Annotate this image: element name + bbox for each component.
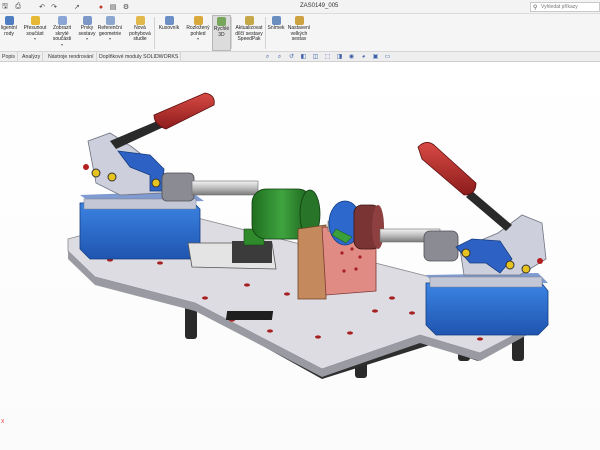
left-shaft [191,180,259,196]
zoom-to-fit-icon[interactable]: ⌕ [264,54,271,61]
select-arrow-icon[interactable]: ➚ [72,2,82,12]
left-toggle-clamp [79,92,215,260]
right-gray-cylinder [423,230,459,262]
large-assembly-settings-button[interactable]: Nastavení velkých sestav [288,15,310,51]
right-lever [466,191,512,231]
key-block [225,311,274,320]
title-bar: 🖫 ⎙ ↶ ↷ ➚ ● ▤ ⚙ ZAS0149_005 ⚲ Vyhledat příkazy [0,0,600,14]
left-red-handle [153,92,215,130]
ribbon-separator [265,17,266,49]
display-style-icon[interactable]: ◨ [336,54,343,61]
right-plate-strip [429,276,543,288]
dynamic-annotation-icon[interactable]: ◫ [312,54,319,61]
view-orientation-icon[interactable]: ⬚ [324,54,331,61]
assembly-model [67,92,549,379]
new-motion-study-label: Nová pohybová studie [129,25,151,43]
previous-view-icon[interactable]: ↺ [288,54,295,61]
reference-geometry-icon [105,16,115,25]
new-motion-study-button[interactable]: Nová pohybová studie [127,15,153,51]
bill-of-materials-button[interactable]: Kusovník [157,15,181,51]
coordinate-triad-x-label: X [1,419,5,425]
tab-addins[interactable]: Doplňkové moduly SOLIDWORKS [97,52,182,62]
chevron-down-icon[interactable]: ▾ [34,37,36,41]
ribbon-separator [154,17,155,49]
update-speedpak-label: Aktualizovat dílčí sestavy SpeedPak [235,25,263,43]
chevron-down-icon[interactable]: ▾ [86,37,88,41]
instant-3d-label: Rychlé 3D [213,26,230,38]
assembly-features-icon [82,16,92,25]
options-gear-icon[interactable]: ⚙ [121,2,131,12]
snapshot-icon [271,16,281,25]
redo-icon[interactable]: ↷ [49,2,59,12]
assembly-features-button[interactable]: Prvky sestavy ▾ [78,15,96,51]
chevron-down-icon[interactable]: ▾ [197,37,199,41]
smart-fasteners-icon [4,16,14,25]
bill-of-materials-label: Kusovník [158,25,180,31]
tab-render-tools[interactable]: Nástroje rendrování [46,52,97,62]
graphics-area[interactable]: X [0,63,600,450]
tab-sketch[interactable]: Popis [0,52,18,62]
update-speedpak-icon [244,16,254,25]
bill-of-materials-icon [164,16,174,25]
search-icon: ⚲ [533,5,538,11]
command-manager-ribbon: ligentní rody Přesunout součást ▾ Zobrazit … [0,14,600,52]
section-view-icon[interactable]: ◧ [300,54,307,61]
print-icon[interactable]: ⎙ [13,2,23,12]
chevron-down-icon[interactable]: ▾ [109,37,111,41]
update-speedpak-button[interactable]: Aktualizovat dílčí sestavy SpeedPak [234,15,264,51]
snapshot-button[interactable]: Snímek [268,15,284,51]
wood-support-block [297,224,327,300]
move-component-icon [30,16,40,25]
view-settings-icon[interactable]: ▭ [384,54,391,61]
instant-3d-icon [217,17,226,26]
left-gray-cylinder [161,172,195,202]
chevron-down-icon[interactable]: ▾ [61,42,63,47]
move-component-button[interactable]: Přesunout součást ▾ [22,15,48,51]
search-commands-input[interactable]: ⚲ Vyhledat příkazy [530,2,600,12]
exploded-view-button[interactable]: Rozložený pohled ▾ [185,15,211,51]
right-blue-base [425,280,549,336]
reference-geometry-button[interactable]: Referenční geometrie ▾ [97,15,123,51]
search-placeholder: Vyhledat příkazy [541,4,578,10]
edit-appearance-icon[interactable]: ◕ [360,54,367,61]
document-title: ZAS0149_005 [300,3,339,9]
ribbon-separator [231,17,232,49]
snapshot-label: Snímek [267,25,285,31]
save-icon[interactable]: 🖫 [0,2,10,12]
show-hidden-button[interactable]: Zobrazit skryté součásti ▾ [51,15,73,51]
new-motion-study-icon [135,16,145,25]
instant-3d-button[interactable]: Rychlé 3D [212,15,231,51]
zoom-to-area-icon[interactable]: ⌕ [276,54,283,61]
tab-evaluate[interactable]: Analýzy [20,52,44,62]
undo-icon[interactable]: ↶ [37,2,47,12]
exploded-view-icon [193,16,203,25]
rebuild-icon[interactable]: ● [96,2,106,12]
large-assembly-settings-icon [294,16,304,25]
file-properties-icon[interactable]: ▤ [108,2,118,12]
smart-fasteners-button[interactable]: ligentní rody [0,15,18,51]
show-hidden-label: Zobrazit skryté součásti [52,25,72,43]
hide-show-items-icon[interactable]: ◉ [348,54,355,61]
show-hidden-icon [57,16,67,25]
large-assembly-settings-label: Nastavení velkých sestav [287,25,311,43]
smart-fasteners-label: ligentní rody [0,25,18,37]
right-red-handle [417,142,477,196]
apply-scene-icon[interactable]: ▣ [372,54,379,61]
